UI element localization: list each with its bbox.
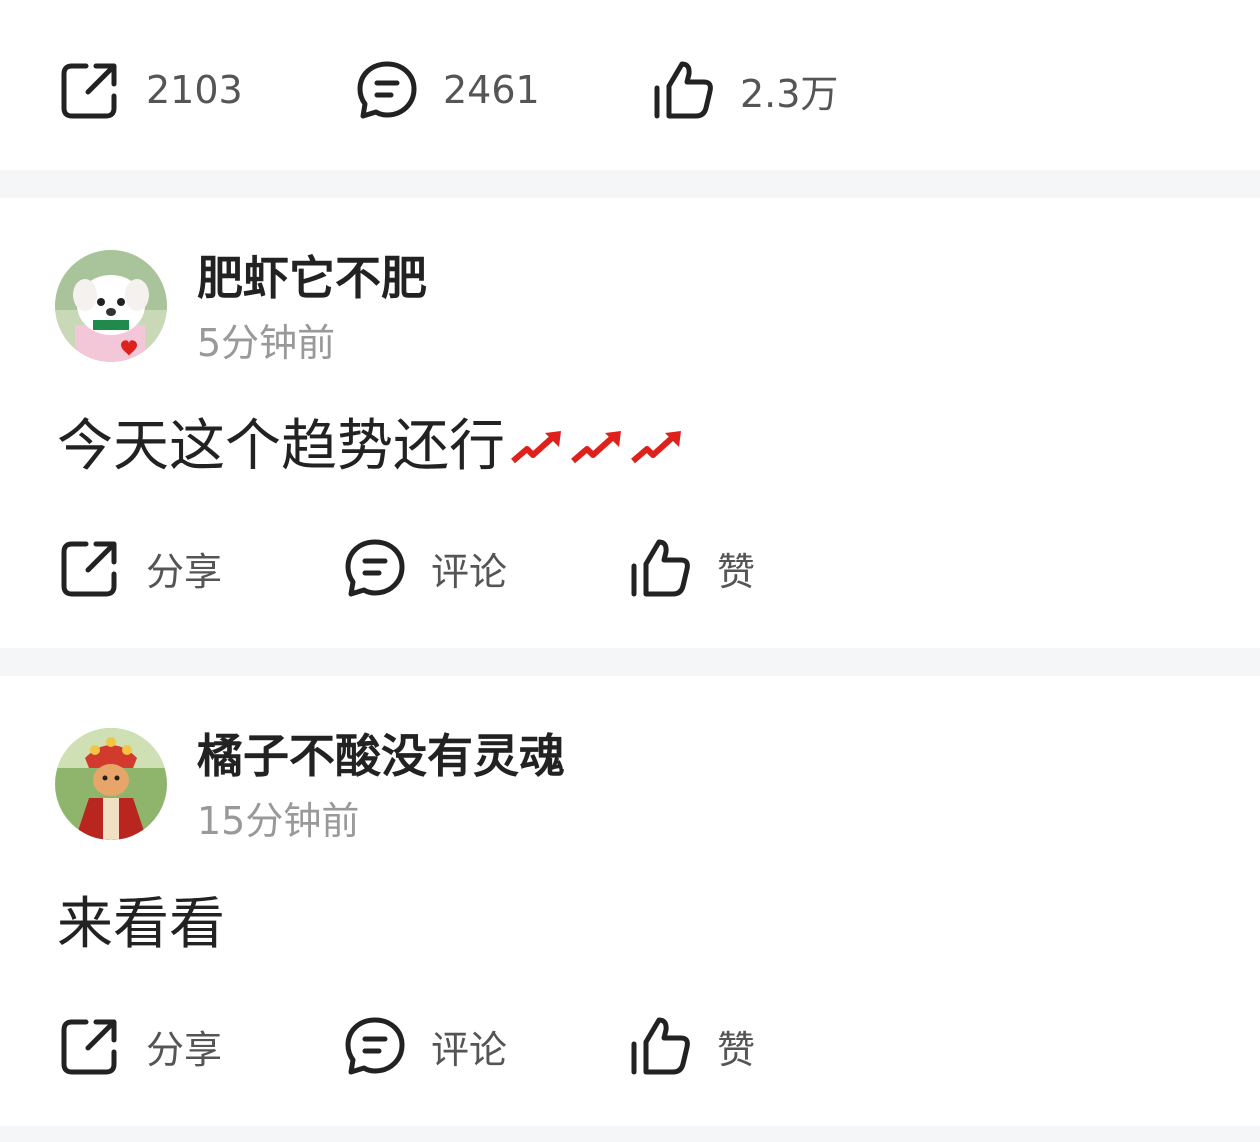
cat-avatar-image	[55, 728, 167, 840]
share-count: 2103	[146, 68, 243, 112]
post-time: 5分钟前	[197, 321, 336, 365]
thumbs-up-icon	[631, 1017, 690, 1075]
share-button[interactable]: 分享	[58, 1006, 222, 1086]
username[interactable]: 肥虾它不肥	[197, 250, 427, 306]
thumbs-up-icon	[631, 539, 690, 597]
comment-icon	[345, 1017, 405, 1075]
separator	[0, 1126, 1260, 1142]
comment-button[interactable]: 评论	[343, 528, 507, 608]
post-text: 来看看	[57, 892, 225, 957]
like-button[interactable]: 赞	[629, 528, 755, 608]
like-label: 赞	[717, 549, 756, 594]
post-card: 肥虾它不肥 5分钟前 今天这个趋势还行 分享 评论 赞	[0, 198, 1260, 648]
separator	[0, 648, 1260, 676]
share-button[interactable]: 2103	[58, 50, 243, 130]
post-content[interactable]: 今天这个趋势还行	[57, 412, 689, 482]
username[interactable]: 橘子不酸没有灵魂	[197, 728, 565, 784]
separator	[0, 170, 1260, 198]
like-button[interactable]: 2.3万	[652, 50, 838, 130]
share-icon	[61, 541, 117, 597]
post-text: 今天这个趋势还行	[57, 414, 505, 479]
top-action-bar: 2103 2461 2.3万	[0, 50, 1260, 130]
thumbs-up-icon	[654, 61, 713, 119]
comment-button[interactable]: 评论	[343, 1006, 507, 1086]
comment-icon	[357, 61, 417, 119]
trending-up-icon	[631, 431, 681, 464]
trending-up-icon	[511, 431, 561, 464]
post-content[interactable]: 来看看	[57, 890, 225, 960]
comment-count: 2461	[443, 68, 540, 112]
avatar[interactable]	[55, 728, 167, 840]
trend-emojis	[509, 427, 689, 467]
post-action-bar: 分享 评论 赞	[0, 1006, 1260, 1086]
post-card: 橘子不酸没有灵魂 15分钟前 来看看 分享 评论 赞	[0, 676, 1260, 1126]
comment-icon	[345, 539, 405, 597]
trending-up-icon	[571, 431, 621, 464]
comment-button[interactable]: 2461	[355, 50, 540, 130]
like-count: 2.3万	[740, 71, 839, 116]
share-label: 分享	[146, 549, 223, 594]
post-time: 15分钟前	[197, 799, 360, 843]
comment-label: 评论	[431, 549, 508, 594]
share-button[interactable]: 分享	[58, 528, 222, 608]
like-button[interactable]: 赞	[629, 1006, 755, 1086]
share-label: 分享	[146, 1027, 223, 1072]
comment-label: 评论	[431, 1027, 508, 1072]
post-action-bar: 分享 评论 赞	[0, 528, 1260, 608]
like-label: 赞	[717, 1027, 756, 1072]
dog-avatar-image	[55, 250, 167, 362]
share-icon	[61, 63, 117, 119]
share-icon	[61, 1019, 117, 1075]
avatar[interactable]	[55, 250, 167, 362]
